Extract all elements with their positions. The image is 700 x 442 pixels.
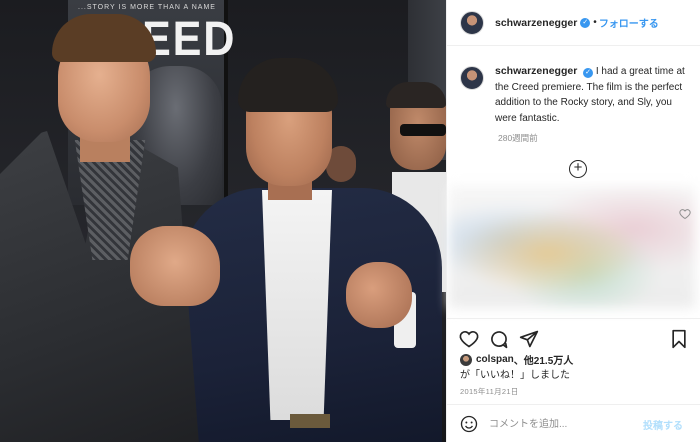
caption-avatar[interactable] [460, 66, 484, 90]
add-comment-bar: 投稿する [447, 404, 700, 442]
emoji-icon[interactable] [460, 415, 478, 433]
background-person-glasses [400, 124, 446, 136]
post-date[interactable]: 2015年11月21日 [460, 386, 519, 397]
separator-dot: • [593, 17, 597, 28]
center-person-shirt [262, 190, 332, 420]
post-photo[interactable]: ...STORY IS MORE THAN A NAME CREED [0, 0, 446, 442]
plus-circle-icon[interactable]: + [569, 160, 587, 178]
center-person-belt [290, 414, 330, 428]
left-person-hair [52, 14, 156, 62]
comment-icon[interactable] [489, 329, 509, 349]
avatar[interactable] [460, 10, 484, 35]
likes-line: colspan 、他21.5万人 [460, 352, 573, 367]
center-person-hair [238, 58, 338, 112]
caption-username[interactable]: schwarzenegger [495, 65, 577, 77]
background-person-hair [386, 82, 446, 108]
verified-badge-icon: ✓ [580, 17, 591, 28]
likes-count[interactable]: 、他21.5万人 [514, 352, 573, 367]
post-button[interactable]: 投稿する [643, 417, 683, 432]
liker-avatar[interactable] [460, 353, 472, 366]
heart-icon[interactable] [679, 208, 691, 220]
center-person-fist [346, 262, 412, 328]
heart-icon[interactable] [459, 329, 479, 349]
post-sidebar: schwarzenegger ✓ • フォローする schwarzenegger… [446, 0, 700, 442]
caption: schwarzenegger ✓ I had a great time at t… [460, 64, 694, 126]
likes-suffix: が「いいね！」しました [460, 370, 570, 381]
comment-input[interactable] [489, 415, 639, 433]
blurred-comments [449, 186, 695, 308]
caption-body: schwarzenegger ✓ I had a great time at t… [495, 64, 693, 126]
liker-username[interactable]: colspan [476, 354, 514, 365]
caption-time[interactable]: 280週間前 [498, 132, 538, 144]
bookmark-icon[interactable] [669, 329, 689, 349]
verified-badge-icon: ✓ [583, 68, 594, 78]
follow-button[interactable]: フォローする [599, 15, 659, 30]
share-icon[interactable] [519, 329, 539, 349]
handshake [130, 226, 220, 306]
action-bar [447, 318, 700, 352]
header-username[interactable]: schwarzenegger [495, 17, 577, 29]
poster-tagline: ...STORY IS MORE THAN A NAME [78, 4, 216, 11]
post-header: schwarzenegger ✓ • フォローする [447, 0, 700, 46]
